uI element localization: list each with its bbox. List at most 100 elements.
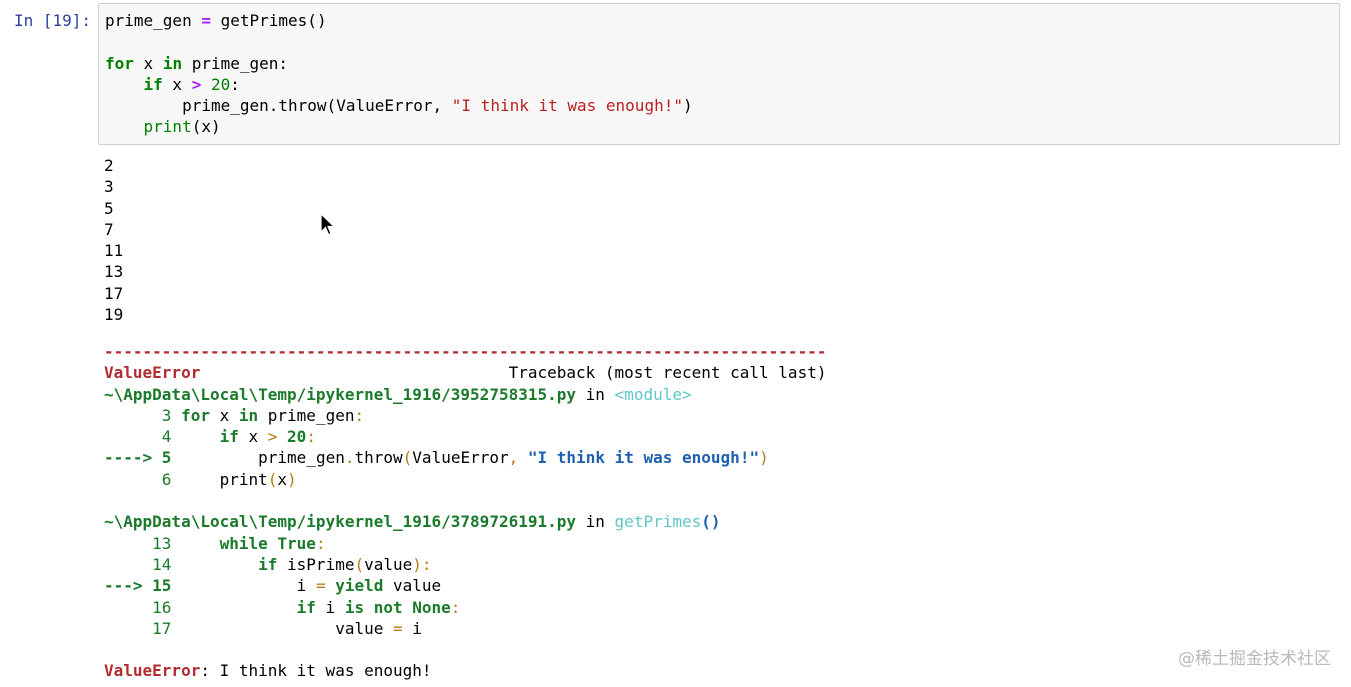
frame-function-paren: ()	[701, 512, 721, 532]
code-token: print	[219, 469, 268, 489]
code-keyword: in	[238, 405, 259, 425]
code-token: prime_gen.throw(ValueError,	[182, 96, 452, 116]
line-number: 6	[104, 469, 220, 489]
code-token: :	[315, 533, 326, 553]
frame-in: in	[576, 384, 615, 404]
cell-output: 2 3 5 7 11 13 17 19	[104, 155, 123, 325]
code-token: x	[238, 427, 268, 447]
code-token: (	[354, 554, 365, 574]
current-line-arrow: ---> 15	[104, 576, 172, 596]
code-operator: =	[315, 576, 326, 596]
code-keyword: if	[143, 74, 163, 94]
code-token: :	[306, 427, 316, 447]
code-token: prime_gen:	[182, 53, 289, 73]
code-keyword: in	[162, 53, 183, 73]
code-string: "I think it was enough!"	[451, 96, 683, 116]
code-token: x	[133, 53, 163, 73]
code-token: i	[296, 576, 316, 596]
code-token: =	[191, 11, 221, 30]
code-token: )	[682, 96, 693, 116]
code-editor[interactable]: prime_gen = getPrimes() for x in prime_g…	[105, 10, 693, 138]
code-token: (	[402, 448, 413, 468]
code-token: :	[421, 554, 432, 574]
code-operator: >	[191, 74, 202, 94]
error-type: ValueError	[104, 363, 201, 383]
code-operator: >	[267, 427, 278, 447]
line-number: 3	[104, 405, 182, 425]
code-token: value	[383, 576, 442, 596]
frame-function: getPrimes	[614, 512, 702, 532]
code-token: )	[287, 469, 297, 489]
code-string: "I think it was enough!"	[527, 448, 760, 468]
watermark: @稀土掘金技术社区	[1178, 649, 1331, 669]
code-token: prime_gen	[258, 405, 355, 425]
line-number: 17	[104, 618, 336, 638]
code-token: prime_gen	[105, 11, 192, 30]
frame-in: in	[576, 512, 615, 532]
code-token: :	[354, 405, 365, 425]
output-line: 2	[104, 156, 114, 175]
code-token: )	[412, 554, 422, 574]
code-token: ,	[508, 448, 528, 468]
code-keyword: while	[219, 533, 268, 553]
code-token: (x)	[191, 117, 221, 137]
output-line: 7	[104, 219, 114, 239]
code-keyword: for	[181, 405, 210, 425]
code-token: value	[364, 554, 413, 574]
line-number: 13	[104, 533, 220, 553]
code-builtin: print	[143, 117, 192, 137]
traceback-output: ----------------------------------------…	[104, 341, 826, 682]
code-token: value	[335, 618, 393, 638]
code-token: :	[450, 597, 461, 617]
final-error-type: ValueError	[104, 661, 201, 681]
output-line: 19	[104, 305, 124, 325]
code-token: i	[402, 618, 422, 638]
code-token: )	[759, 448, 769, 468]
code-token: getPrimes()	[220, 11, 327, 30]
code-number: 20	[277, 427, 307, 447]
frame-path: ~\AppData\Local\Temp/ipykernel_1916/3952…	[104, 384, 577, 404]
mouse-pointer-icon	[320, 213, 336, 236]
code-token: x	[209, 405, 239, 425]
code-operator: =	[392, 618, 403, 638]
code-token: isPrime	[277, 554, 355, 574]
line-number: 14	[104, 554, 259, 574]
code-keyword: yield	[325, 576, 384, 596]
current-line-arrow: ----> 5	[104, 448, 172, 468]
code-token: x	[162, 74, 192, 94]
code-token: (	[267, 469, 278, 489]
code-token: :	[230, 74, 240, 94]
output-line: 5	[104, 198, 114, 218]
code-token: x	[277, 469, 288, 489]
code-keyword: is	[344, 597, 365, 617]
code-number: 20	[201, 74, 231, 94]
code-keyword: if	[258, 554, 278, 574]
traceback-header: Traceback (most recent call last)	[200, 363, 827, 383]
line-number: 4	[104, 427, 220, 447]
code-keyword: if	[296, 597, 316, 617]
code-cell-input[interactable]: prime_gen = getPrimes() for x in prime_g…	[98, 3, 1340, 145]
code-token: throw	[354, 448, 403, 468]
code-keyword: not	[364, 597, 403, 617]
code-keyword: if	[219, 427, 239, 447]
traceback-separator: ----------------------------------------…	[104, 342, 827, 361]
code-token: i	[315, 597, 345, 617]
line-number: 16	[104, 597, 297, 617]
code-keyword: for	[105, 53, 134, 73]
frame-path: ~\AppData\Local\Temp/ipykernel_1916/3789…	[104, 512, 577, 532]
code-keyword: True	[267, 533, 316, 553]
final-error-message: : I think it was enough!	[200, 661, 432, 681]
output-line: 11	[104, 241, 124, 261]
cell-prompt: In [19]:	[14, 11, 92, 30]
output-line: 17	[104, 283, 124, 303]
output-line: 3	[104, 177, 114, 197]
code-token: prime_gen	[258, 448, 345, 468]
frame-function: <module>	[614, 384, 692, 404]
code-token: ValueError	[412, 448, 509, 468]
code-keyword: None	[402, 597, 451, 617]
